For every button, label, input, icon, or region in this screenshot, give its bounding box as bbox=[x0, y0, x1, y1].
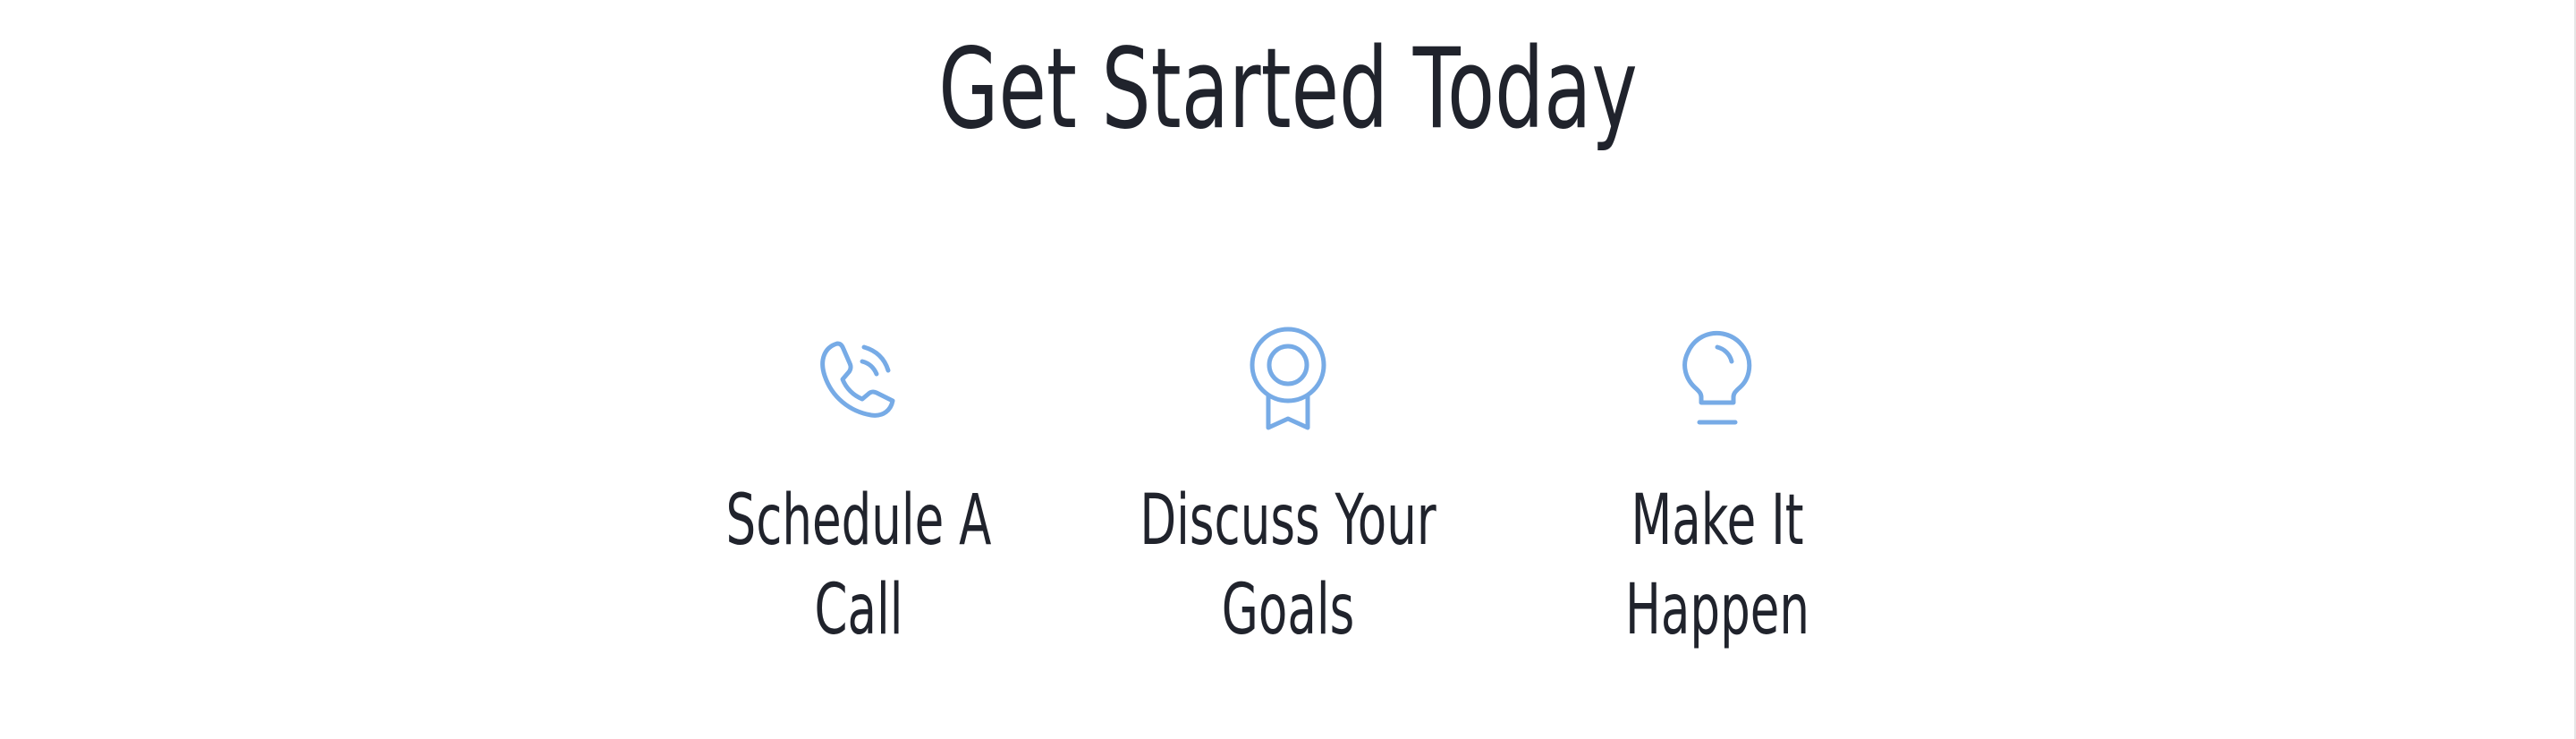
step-make-it-happen: Make It Happen bbox=[1538, 322, 1896, 662]
get-started-section: Get Started Today Schedule A Call Discus… bbox=[0, 0, 2576, 739]
lightbulb-icon bbox=[1664, 322, 1771, 438]
step-label-line1: Schedule A bbox=[725, 480, 992, 561]
award-badge-icon bbox=[1234, 322, 1342, 438]
step-label: Discuss Your Goals bbox=[1130, 476, 1446, 655]
section-title: Get Started Today bbox=[938, 25, 1638, 154]
step-schedule-call: Schedule A Call bbox=[680, 322, 1038, 662]
step-label-line2: Happen bbox=[1625, 570, 1809, 650]
phone-icon bbox=[805, 322, 912, 438]
step-label-line1: Discuss Your bbox=[1140, 480, 1436, 561]
step-discuss-goals: Discuss Your Goals bbox=[1109, 322, 1467, 662]
step-label: Schedule A Call bbox=[700, 476, 1017, 655]
step-label: Make It Happen bbox=[1559, 476, 1876, 655]
step-label-line2: Goals bbox=[1221, 570, 1355, 650]
step-label-line2: Call bbox=[814, 570, 903, 650]
step-label-line1: Make It bbox=[1631, 480, 1804, 561]
steps-row: Schedule A Call Discuss Your Goals Make … bbox=[0, 322, 2576, 680]
